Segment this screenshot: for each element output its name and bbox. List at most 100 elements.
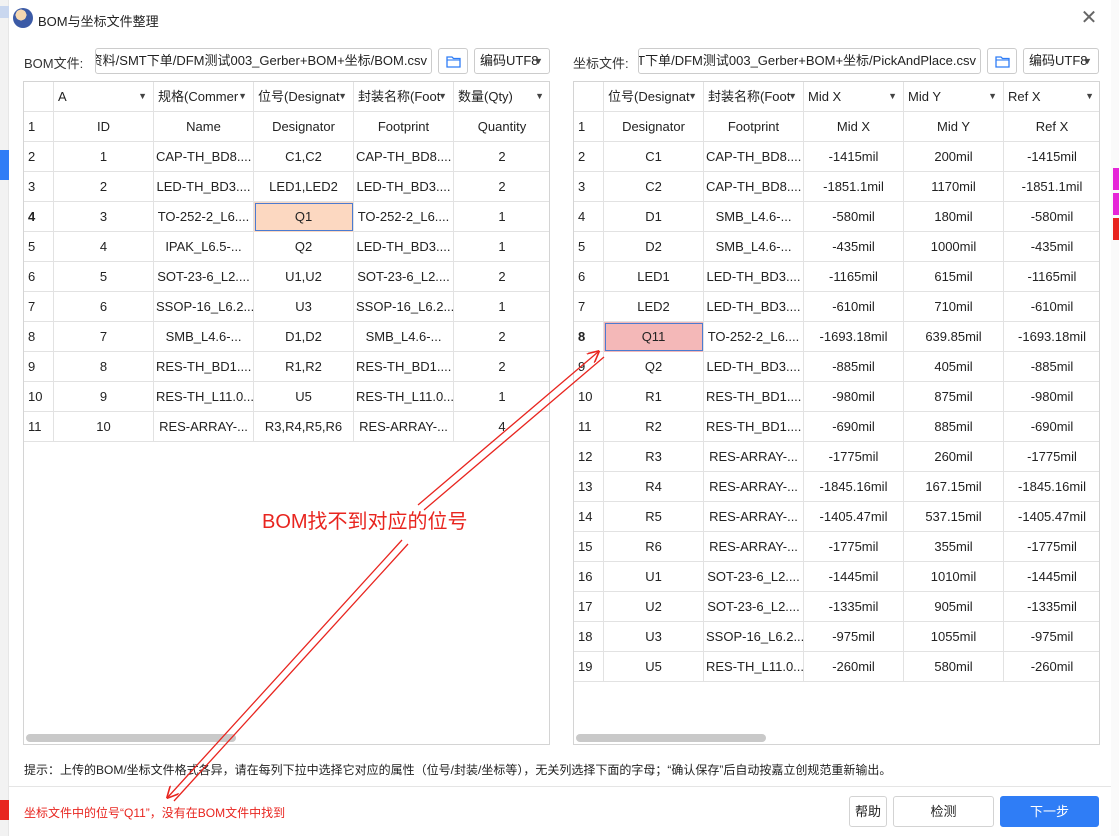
table-row[interactable]: 15 R6 RES-ARRAY-... -1775mil 355mil -1775mil xyxy=(574,532,1099,562)
row-number[interactable]: 9 xyxy=(574,352,604,382)
table-row[interactable]: 2 1 CAP-TH_BD8.... C1,C2 CAP-TH_BD8.... 2 xyxy=(24,142,549,172)
table-cell[interactable]: -1405.47mil xyxy=(804,502,904,532)
table-cell[interactable]: 4 xyxy=(454,412,549,442)
table-cell[interactable]: R1 xyxy=(604,382,704,412)
table-cell[interactable]: RES-TH_BD1.... xyxy=(704,412,804,442)
table-cell[interactable]: RES-TH_L11.0... xyxy=(704,652,804,682)
column-mapping-select[interactable]: Mid X ▼ xyxy=(804,82,904,112)
row-number[interactable]: 4 xyxy=(24,202,54,232)
table-cell[interactable]: -1775mil xyxy=(1004,442,1099,472)
table-cell[interactable]: LED-TH_BD3.... xyxy=(154,172,254,202)
table-cell[interactable]: SMB_L4.6-... xyxy=(704,232,804,262)
table-cell[interactable]: RES-TH_L11.0... xyxy=(354,382,454,412)
table-cell[interactable]: Footprint xyxy=(704,112,804,142)
table-cell[interactable]: D1 xyxy=(604,202,704,232)
table-cell[interactable]: -580mil xyxy=(804,202,904,232)
table-cell[interactable]: 355mil xyxy=(904,532,1004,562)
table-cell[interactable]: 1010mil xyxy=(904,562,1004,592)
pnp-path-field[interactable]: 资料/SMT下单/DFM测试003_Gerber+BOM+坐标/PickAndP… xyxy=(638,48,981,74)
column-mapping-select[interactable]: 规格(Commer ▼ xyxy=(154,82,254,112)
row-number[interactable]: 2 xyxy=(24,142,54,172)
table-cell[interactable]: -260mil xyxy=(1004,652,1099,682)
table-cell[interactable]: U3 xyxy=(604,622,704,652)
table-cell[interactable]: 167.15mil xyxy=(904,472,1004,502)
row-number[interactable]: 6 xyxy=(24,262,54,292)
table-cell[interactable]: RES-TH_BD1.... xyxy=(704,382,804,412)
row-number[interactable]: 1 xyxy=(24,112,54,142)
table-cell[interactable]: LED2 xyxy=(604,292,704,322)
table-cell[interactable]: RES-TH_BD1.... xyxy=(354,352,454,382)
table-cell[interactable]: 1055mil xyxy=(904,622,1004,652)
table-cell[interactable]: 6 xyxy=(54,292,154,322)
table-cell[interactable]: 260mil xyxy=(904,442,1004,472)
table-cell[interactable]: 639.85mil xyxy=(904,322,1004,352)
table-cell[interactable]: LED-TH_BD3.... xyxy=(704,352,804,382)
row-number[interactable]: 5 xyxy=(574,232,604,262)
next-step-button[interactable]: 下一步 xyxy=(1000,796,1099,827)
table-cell[interactable]: LED1,LED2 xyxy=(254,172,354,202)
row-number[interactable]: 17 xyxy=(574,592,604,622)
table-cell[interactable]: -1851.1mil xyxy=(1004,172,1099,202)
column-mapping-select[interactable]: 数量(Qty) ▼ xyxy=(454,82,549,112)
table-cell[interactable]: C2 xyxy=(604,172,704,202)
table-cell[interactable]: R6 xyxy=(604,532,704,562)
column-mapping-select[interactable]: 封装名称(Foot ▼ xyxy=(354,82,454,112)
table-row[interactable]: 7 6 SSOP-16_L6.2... U3 SSOP-16_L6.2... 1 xyxy=(24,292,549,322)
row-number[interactable]: 10 xyxy=(574,382,604,412)
table-cell[interactable]: 1 xyxy=(454,382,549,412)
row-number[interactable]: 3 xyxy=(574,172,604,202)
table-cell[interactable]: 200mil xyxy=(904,142,1004,172)
column-mapping-select[interactable]: 封装名称(Foot ▼ xyxy=(704,82,804,112)
table-cell[interactable]: SOT-23-6_L2.... xyxy=(154,262,254,292)
table-cell[interactable]: Designator xyxy=(604,112,704,142)
row-number[interactable]: 11 xyxy=(574,412,604,442)
row-number[interactable]: 11 xyxy=(24,412,54,442)
table-cell[interactable]: Mid X xyxy=(804,112,904,142)
table-cell[interactable]: C1 xyxy=(604,142,704,172)
table-cell[interactable]: -1693.18mil xyxy=(804,322,904,352)
row-number[interactable]: 6 xyxy=(574,262,604,292)
close-icon[interactable]: ✕ xyxy=(1077,6,1101,30)
table-cell[interactable]: 2 xyxy=(454,322,549,352)
table-cell[interactable]: CAP-TH_BD8.... xyxy=(354,142,454,172)
table-row[interactable]: 8 7 SMB_L4.6-... D1,D2 SMB_L4.6-... 2 xyxy=(24,322,549,352)
column-mapping-select[interactable]: 位号(Designat ▼ xyxy=(604,82,704,112)
row-number[interactable]: 14 xyxy=(574,502,604,532)
table-cell[interactable]: -1335mil xyxy=(804,592,904,622)
table-cell[interactable]: R3 xyxy=(604,442,704,472)
table-cell[interactable]: -1415mil xyxy=(804,142,904,172)
table-cell[interactable]: RES-TH_BD1.... xyxy=(154,352,254,382)
table-row[interactable]: 11 10 RES-ARRAY-... R3,R4,R5,R6 RES-ARRAY-..… xyxy=(24,412,549,442)
table-cell[interactable]: 1170mil xyxy=(904,172,1004,202)
row-number[interactable]: 8 xyxy=(574,322,604,352)
table-cell[interactable]: -610mil xyxy=(804,292,904,322)
table-cell[interactable]: -1845.16mil xyxy=(804,472,904,502)
table-cell[interactable]: 1000mil xyxy=(904,232,1004,262)
table-cell[interactable]: -1775mil xyxy=(804,442,904,472)
table-row[interactable]: 19 U5 RES-TH_L11.0... -260mil 580mil -260mil xyxy=(574,652,1099,682)
table-cell[interactable]: -1165mil xyxy=(1004,262,1099,292)
table-cell[interactable]: SSOP-16_L6.2... xyxy=(704,622,804,652)
table-cell[interactable]: CAP-TH_BD8.... xyxy=(704,172,804,202)
table-row[interactable]: 7 LED2 LED-TH_BD3.... -610mil 710mil -610mil xyxy=(574,292,1099,322)
table-cell[interactable]: SOT-23-6_L2.... xyxy=(704,562,804,592)
table-cell[interactable]: TO-252-2_L6.... xyxy=(354,202,454,232)
row-number[interactable]: 16 xyxy=(574,562,604,592)
row-number[interactable]: 13 xyxy=(574,472,604,502)
table-row[interactable]: 10 R1 RES-TH_BD1.... -980mil 875mil -980mil xyxy=(574,382,1099,412)
table-cell[interactable]: LED-TH_BD3.... xyxy=(704,262,804,292)
table-row[interactable]: 9 Q2 LED-TH_BD3.... -885mil 405mil -885mil xyxy=(574,352,1099,382)
table-cell[interactable]: -1693.18mil xyxy=(1004,322,1099,352)
table-cell[interactable]: U5 xyxy=(604,652,704,682)
table-cell[interactable]: SMB_L4.6-... xyxy=(154,322,254,352)
table-cell[interactable]: IPAK_L6.5-... xyxy=(154,232,254,262)
table-cell[interactable]: 2 xyxy=(454,352,549,382)
table-cell[interactable]: 1 xyxy=(454,202,549,232)
table-cell[interactable]: 8 xyxy=(54,352,154,382)
table-cell[interactable]: 3 xyxy=(54,202,154,232)
table-row[interactable]: 4 3 TO-252-2_L6.... Q1 TO-252-2_L6.... 1 xyxy=(24,202,549,232)
table-cell[interactable]: 1 xyxy=(54,142,154,172)
table-row[interactable]: 10 9 RES-TH_L11.0... U5 RES-TH_L11.0... 1 xyxy=(24,382,549,412)
table-cell[interactable]: U5 xyxy=(254,382,354,412)
table-cell[interactable]: Footprint xyxy=(354,112,454,142)
